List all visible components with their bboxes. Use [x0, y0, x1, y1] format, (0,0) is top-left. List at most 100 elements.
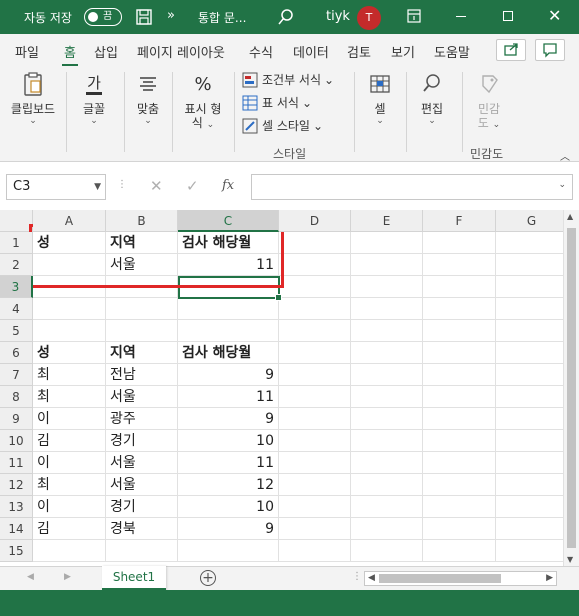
autosave-toggle[interactable]: 끔	[84, 8, 122, 26]
cell-D5[interactable]	[279, 320, 351, 342]
resize-handle-icon[interactable]: ⋮	[117, 179, 127, 190]
spreadsheet-grid[interactable]: 성 지역 검사 해당월 서울 11 성 지역 검사 해당월 최 전남 9 최 서울 11 이 광주 9 김 경기 10…	[0, 210, 563, 562]
row-header[interactable]: 8	[0, 386, 33, 408]
cell-G8[interactable]	[496, 386, 563, 408]
cell-D6[interactable]	[279, 342, 351, 364]
tab-view[interactable]: 보기	[391, 42, 415, 61]
row-header[interactable]: 2	[0, 254, 33, 276]
row-header[interactable]: 13	[0, 496, 33, 518]
cell-A4[interactable]	[33, 298, 106, 320]
cell-A12[interactable]: 최	[33, 474, 106, 496]
cell-B8[interactable]: 서울	[106, 386, 178, 408]
resize-handle-icon[interactable]: ⋮	[352, 571, 362, 582]
column-header[interactable]: E	[351, 210, 423, 232]
tab-home[interactable]: 홈	[62, 42, 78, 67]
row-header[interactable]: 5	[0, 320, 33, 342]
cell-B12[interactable]: 서울	[106, 474, 178, 496]
row-header[interactable]: 15	[0, 540, 33, 562]
cell-E12[interactable]	[351, 474, 423, 496]
cell-A2[interactable]	[33, 254, 106, 276]
column-header[interactable]: B	[106, 210, 178, 232]
cell-A7[interactable]: 최	[33, 364, 106, 386]
cell-D14[interactable]	[279, 518, 351, 540]
cell-G4[interactable]	[496, 298, 563, 320]
cell-A5[interactable]	[33, 320, 106, 342]
cell-F8[interactable]	[423, 386, 496, 408]
cell-G13[interactable]	[496, 496, 563, 518]
row-header[interactable]: 6	[0, 342, 33, 364]
row-header[interactable]: 9	[0, 408, 33, 430]
tab-page-layout[interactable]: 페이지 레이아웃	[137, 42, 225, 61]
cell-D4[interactable]	[279, 298, 351, 320]
cell-G15[interactable]	[496, 540, 563, 562]
cell-A11[interactable]: 이	[33, 452, 106, 474]
editing-button[interactable]: 편집 ⌄	[414, 70, 450, 126]
cell-F12[interactable]	[423, 474, 496, 496]
cell-G5[interactable]	[496, 320, 563, 342]
tab-review[interactable]: 검토	[347, 42, 371, 61]
cell-B1[interactable]: 지역	[106, 232, 178, 254]
chevron-down-icon[interactable]: ▼	[94, 175, 101, 199]
cell-B13[interactable]: 경기	[106, 496, 178, 518]
number-format-button[interactable]: % 표시 형 식 ⌄	[178, 70, 228, 130]
scroll-right-icon[interactable]: ▶	[546, 573, 553, 583]
sensitivity-button[interactable]: 민감 도 ⌄	[470, 70, 508, 130]
cell-B11[interactable]: 서울	[106, 452, 178, 474]
cell-B2[interactable]: 서울	[106, 254, 178, 276]
cell-D8[interactable]	[279, 386, 351, 408]
cell-F1[interactable]	[423, 232, 496, 254]
scroll-thumb[interactable]	[379, 574, 501, 583]
cell-F7[interactable]	[423, 364, 496, 386]
cell-B10[interactable]: 경기	[106, 430, 178, 452]
row-header[interactable]: 3	[0, 276, 33, 298]
cell-C12[interactable]: 12	[178, 474, 279, 496]
cell-G6[interactable]	[496, 342, 563, 364]
cell-D7[interactable]	[279, 364, 351, 386]
cell-B9[interactable]: 광주	[106, 408, 178, 430]
column-header[interactable]: A	[33, 210, 106, 232]
clipboard-button[interactable]: 클립보드 ⌄	[8, 70, 58, 126]
alignment-button[interactable]: 맞춤 ⌄	[128, 70, 168, 126]
cell-G10[interactable]	[496, 430, 563, 452]
cell-C11[interactable]: 11	[178, 452, 279, 474]
cell-E2[interactable]	[351, 254, 423, 276]
sheet-tab-sheet1[interactable]: Sheet1	[102, 566, 166, 590]
cell-G1[interactable]	[496, 232, 563, 254]
cell-D12[interactable]	[279, 474, 351, 496]
cell-C6[interactable]: 검사 해당월	[178, 342, 279, 364]
tab-file[interactable]: 파일	[15, 42, 39, 61]
cell-D3[interactable]	[279, 276, 351, 298]
cells-button[interactable]: 셀 ⌄	[362, 70, 398, 126]
cell-E6[interactable]	[351, 342, 423, 364]
cell-E14[interactable]	[351, 518, 423, 540]
cell-B14[interactable]: 경북	[106, 518, 178, 540]
cell-F4[interactable]	[423, 298, 496, 320]
scroll-up-icon[interactable]: ▲	[567, 212, 573, 221]
cell-D11[interactable]	[279, 452, 351, 474]
cell-F9[interactable]	[423, 408, 496, 430]
scroll-left-icon[interactable]: ◀	[368, 573, 375, 583]
cell-E1[interactable]	[351, 232, 423, 254]
scroll-thumb[interactable]	[567, 228, 576, 548]
insert-function-icon[interactable]: fx	[222, 178, 234, 193]
prev-sheet-icon[interactable]: ◀	[27, 572, 34, 582]
cell-F10[interactable]	[423, 430, 496, 452]
cell-B3[interactable]	[106, 276, 178, 298]
cell-G2[interactable]	[496, 254, 563, 276]
column-header[interactable]: G	[496, 210, 563, 232]
cell-B15[interactable]	[106, 540, 178, 562]
cell-E7[interactable]	[351, 364, 423, 386]
cell-G11[interactable]	[496, 452, 563, 474]
cell-E9[interactable]	[351, 408, 423, 430]
cell-F13[interactable]	[423, 496, 496, 518]
cell-F15[interactable]	[423, 540, 496, 562]
next-sheet-icon[interactable]: ▶	[64, 572, 71, 582]
cell-G9[interactable]	[496, 408, 563, 430]
row-header[interactable]: 10	[0, 430, 33, 452]
cell-B5[interactable]	[106, 320, 178, 342]
cell-E13[interactable]	[351, 496, 423, 518]
cell-D1[interactable]	[279, 232, 351, 254]
font-button[interactable]: 가 글꼴 ⌄	[72, 70, 116, 126]
tab-formulas[interactable]: 수식	[249, 42, 273, 61]
save-icon[interactable]	[135, 8, 153, 26]
